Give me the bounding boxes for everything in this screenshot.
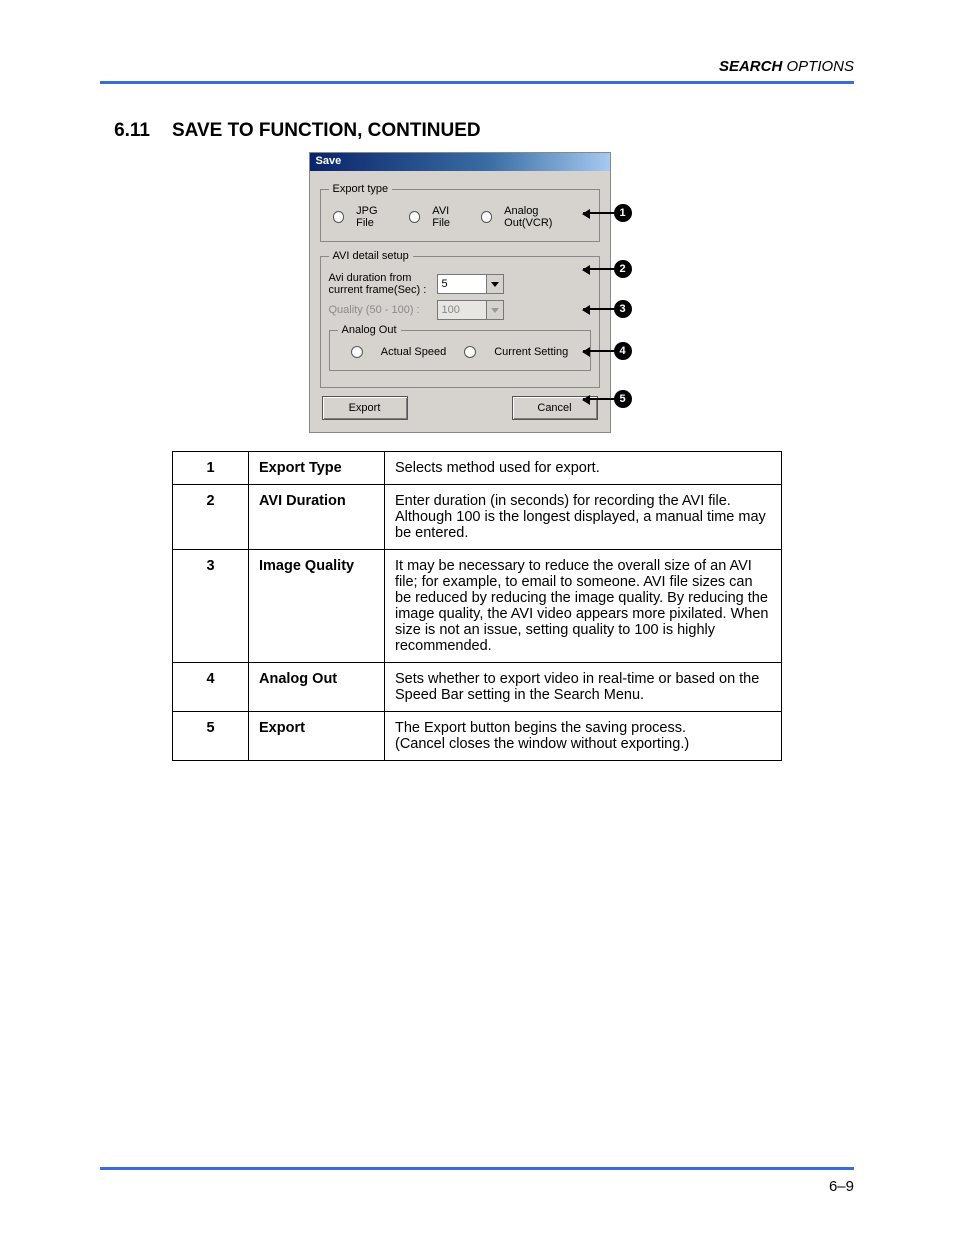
analog-out-group: Analog Out Actual Speed Current Setting — [329, 324, 591, 371]
export-button[interactable]: Export — [322, 396, 408, 420]
export-type-legend: Export type — [329, 183, 393, 195]
duration-label: Avi duration from current frame(Sec) : — [329, 272, 429, 296]
footer-rule — [100, 1167, 854, 1170]
table-row: 3 Image Quality It may be necessary to r… — [173, 550, 782, 663]
duration-combo[interactable]: 5 — [437, 274, 504, 294]
row-number: 3 — [173, 550, 249, 663]
callout-3: 3 — [583, 300, 632, 318]
radio-current-setting[interactable] — [464, 346, 476, 358]
callout-1: 1 — [583, 204, 632, 222]
radio-jpg[interactable] — [333, 211, 345, 223]
page-number: 6–9 — [100, 1178, 854, 1195]
avi-detail-legend: AVI detail setup — [329, 250, 413, 262]
row-number: 2 — [173, 485, 249, 550]
row-name: AVI Duration — [249, 485, 385, 550]
row-name: Export — [249, 712, 385, 761]
duration-dropdown-button[interactable] — [486, 275, 503, 293]
description-table: 1 Export Type Selects method used for ex… — [172, 451, 782, 761]
radio-actual-speed[interactable] — [351, 346, 363, 358]
radio-analog-label: Analog Out(VCR) — [504, 205, 586, 229]
chevron-down-icon — [491, 308, 499, 313]
quality-value: 100 — [438, 304, 486, 316]
header-rest: OPTIONS — [782, 58, 854, 75]
table-row: 2 AVI Duration Enter duration (in second… — [173, 485, 782, 550]
row-number: 4 — [173, 663, 249, 712]
quality-combo: 100 — [437, 300, 504, 320]
table-row: 1 Export Type Selects method used for ex… — [173, 452, 782, 485]
callout-5: 5 — [583, 390, 632, 408]
radio-actual-speed-label: Actual Speed — [381, 346, 446, 358]
radio-avi-label: AVI File — [432, 205, 468, 229]
radio-jpg-label: JPG File — [356, 205, 397, 229]
row-desc: It may be necessary to reduce the overal… — [385, 550, 782, 663]
quality-dropdown-button — [486, 301, 503, 319]
save-dialog: Save Export type JPG File AVI File Analo… — [309, 152, 611, 433]
export-type-group: Export type JPG File AVI File Analog Out… — [320, 183, 600, 242]
row-number: 1 — [173, 452, 249, 485]
header-rule — [100, 81, 854, 84]
row-number: 5 — [173, 712, 249, 761]
page: SEARCH OPTIONS 6.11 SAVE TO FUNCTION, CO… — [0, 0, 954, 1235]
radio-current-setting-label: Current Setting — [494, 346, 568, 358]
page-footer: 6–9 — [100, 1167, 854, 1195]
radio-analog[interactable] — [481, 211, 493, 223]
row-desc: Selects method used for export. — [385, 452, 782, 485]
row-desc: The Export button begins the saving proc… — [385, 712, 782, 761]
dialog-titlebar: Save — [310, 153, 610, 171]
table-row: 5 Export The Export button begins the sa… — [173, 712, 782, 761]
dialog-figure: Save Export type JPG File AVI File Analo… — [100, 152, 854, 433]
chevron-down-icon — [491, 282, 499, 287]
row-name: Export Type — [249, 452, 385, 485]
header-bold: SEARCH — [719, 58, 782, 75]
analog-out-legend: Analog Out — [338, 324, 401, 336]
row-name: Analog Out — [249, 663, 385, 712]
section-heading: 6.11 SAVE TO FUNCTION, CONTINUED — [100, 120, 854, 142]
row-desc: Enter duration (in seconds) for recordin… — [385, 485, 782, 550]
callout-4: 4 — [583, 342, 632, 360]
section-number: 6.11 — [100, 120, 150, 142]
row-desc: Sets whether to export video in real-tim… — [385, 663, 782, 712]
radio-avi[interactable] — [409, 211, 421, 223]
running-header: SEARCH OPTIONS — [100, 58, 854, 75]
quality-label: Quality (50 - 100) : — [329, 304, 429, 316]
callout-2: 2 — [583, 260, 632, 278]
table-row: 4 Analog Out Sets whether to export vide… — [173, 663, 782, 712]
callouts: 1 2 3 4 5 — [611, 152, 646, 433]
avi-detail-group: AVI detail setup Avi duration from curre… — [320, 250, 600, 388]
duration-value: 5 — [438, 278, 486, 290]
row-name: Image Quality — [249, 550, 385, 663]
section-title-text: SAVE TO FUNCTION, CONTINUED — [172, 120, 481, 142]
